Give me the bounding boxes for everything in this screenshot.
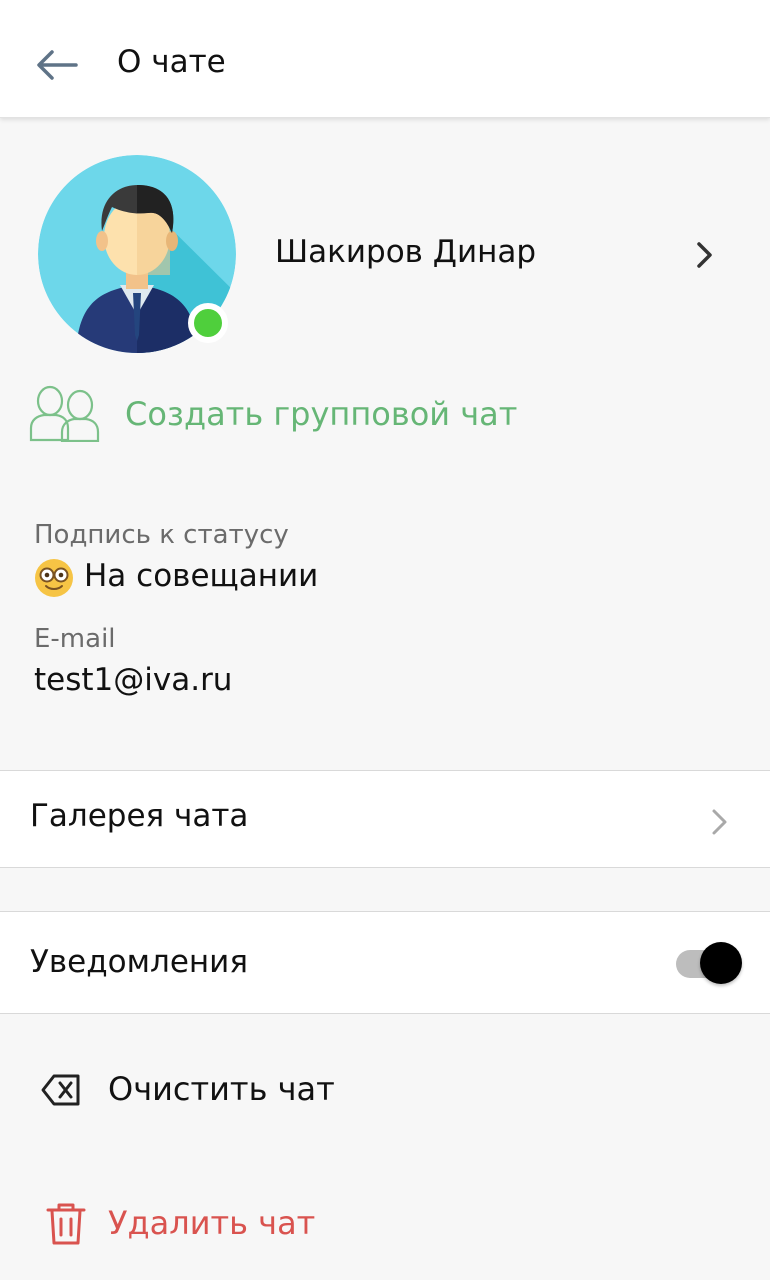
notifications-label: Уведомления bbox=[30, 944, 248, 980]
delete-chat-label: Удалить чат bbox=[108, 1204, 316, 1242]
email-label: E-mail bbox=[34, 624, 116, 654]
page-title: О чате bbox=[117, 44, 226, 80]
create-group-chat-label: Создать групповой чат bbox=[125, 395, 518, 433]
gallery-label: Галерея чата bbox=[30, 798, 249, 834]
nerd-face-emoji bbox=[35, 559, 73, 597]
contact-details-button[interactable] bbox=[690, 238, 720, 272]
gallery-row[interactable]: Галерея чата bbox=[0, 770, 770, 868]
back-button[interactable] bbox=[30, 40, 86, 90]
contact-name[interactable]: Шакиров Динар bbox=[275, 234, 536, 270]
notifications-row: Уведомления bbox=[0, 911, 770, 1014]
status-caption-value: На совещании bbox=[84, 558, 319, 594]
trash-icon bbox=[46, 1203, 86, 1245]
app-bar: О чате bbox=[0, 0, 770, 118]
toggle-thumb bbox=[700, 942, 742, 984]
email-value: test1@iva.ru bbox=[34, 662, 233, 698]
status-caption-label: Подпись к статусу bbox=[34, 520, 289, 550]
create-group-chat-button[interactable]: Создать групповой чат bbox=[28, 378, 588, 450]
arrow-left-icon bbox=[37, 50, 78, 80]
clear-chat-label: Очистить чат bbox=[108, 1070, 335, 1108]
backspace-icon bbox=[41, 1074, 80, 1106]
chevron-right-icon bbox=[712, 809, 727, 835]
clear-chat-button[interactable]: Очистить чат bbox=[0, 1046, 770, 1136]
group-users-icon bbox=[29, 385, 100, 442]
notifications-toggle[interactable] bbox=[676, 938, 746, 988]
chevron-right-icon bbox=[697, 242, 712, 268]
delete-chat-button[interactable]: Удалить чат bbox=[0, 1180, 770, 1270]
online-status-dot bbox=[188, 303, 228, 343]
